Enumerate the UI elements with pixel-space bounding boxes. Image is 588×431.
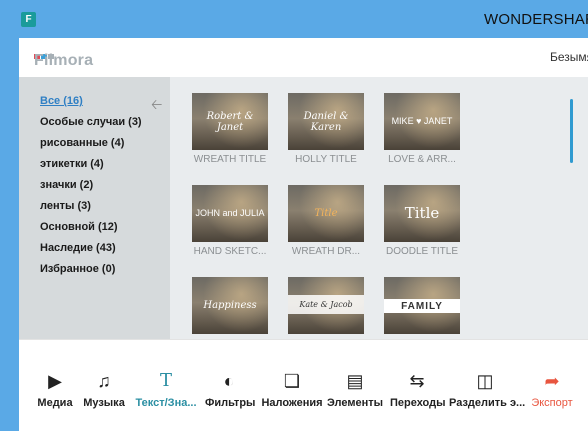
- title-tile[interactable]: JOHN and JULIA HAND SKETC...: [192, 185, 268, 257]
- thumbnail-preview-text: JOHN and JULIA: [195, 208, 265, 218]
- thumbnail-preview-text: Kate & Jacob: [288, 295, 364, 314]
- title-thumbnail: Title: [288, 185, 364, 242]
- app-header: Filmora Безымянный: [19, 38, 588, 77]
- window-title: WONDERSHARE: [484, 11, 588, 28]
- title-tile[interactable]: Title DOODLE TITLE: [384, 185, 460, 257]
- transitions-button[interactable]: ⇆ Переходы: [390, 370, 446, 409]
- category-item-drawn[interactable]: рисованные (4): [40, 137, 142, 158]
- music-icon: ♫: [97, 371, 111, 391]
- grid-scrollbar[interactable]: [570, 99, 573, 163]
- title-tile[interactable]: MIKE ♥ JANET LOVE & ARR...: [384, 93, 460, 165]
- title-label: WREATH TITLE: [193, 154, 267, 165]
- title-thumbnail: Kate & Jacob: [288, 277, 364, 334]
- title-bar: F WONDERSHARE: [0, 0, 588, 38]
- category-item-favorites[interactable]: Избранное (0): [40, 263, 142, 284]
- media-button[interactable]: ▶ Медиа: [36, 370, 74, 409]
- media-label: Медиа: [37, 397, 73, 409]
- media-icon: ▶: [48, 371, 62, 391]
- title-thumbnail: Robert & Janet: [192, 93, 268, 150]
- text-label: Текст/Зна...: [135, 397, 197, 409]
- title-thumbnail: MIKE ♥ JANET: [384, 93, 460, 150]
- elements-icon: ▤: [346, 371, 364, 391]
- thumbnail-preview-text: MIKE ♥ JANET: [391, 116, 453, 126]
- split-screen-button[interactable]: ◫ Разделить э...: [449, 370, 526, 409]
- overlays-icon: ❏: [283, 371, 301, 391]
- title-label: LOVE & ARR...: [388, 154, 456, 165]
- transitions-icon: ⇆: [409, 371, 425, 391]
- filmora-logo: Filmora: [34, 46, 104, 72]
- title-template-grid: Robert & Janet WREATH TITLE Daniel & Kar…: [170, 77, 588, 339]
- thumbnail-preview-text: FAMILY: [384, 299, 460, 313]
- back-arrow-icon[interactable]: 🡠: [151, 94, 162, 118]
- app-window: F WONDERSHARE Filmora Безымянный 🡠 Все (…: [0, 0, 588, 431]
- thumbnail-preview-text: Title: [314, 208, 338, 219]
- title-tile[interactable]: Robert & Janet WREATH TITLE: [192, 93, 268, 165]
- title-thumbnail: Happiness: [192, 277, 268, 334]
- logo-text: Filmora: [34, 52, 94, 69]
- app-client-area: Filmora Безымянный 🡠 Все (16) Особые слу…: [19, 38, 588, 431]
- elements-label: Элементы: [327, 397, 384, 409]
- thumbnail-preview-text: Happiness: [203, 300, 257, 311]
- music-label: Музыка: [83, 397, 125, 409]
- split-screen-icon: ◫: [476, 371, 494, 391]
- category-item-basic[interactable]: Основной (12): [40, 221, 142, 242]
- thumbnail-preview-text: Daniel & Karen: [303, 110, 349, 133]
- title-thumbnail: JOHN and JULIA: [192, 185, 268, 242]
- export-icon: ➦: [544, 371, 560, 391]
- project-name: Безымянный: [550, 50, 588, 64]
- music-button[interactable]: ♫ Музыка: [82, 370, 126, 409]
- transitions-label: Переходы: [390, 397, 446, 409]
- export-label: Экспорт: [531, 397, 573, 409]
- title-label: HOLLY TITLE: [295, 154, 357, 165]
- overlays-button[interactable]: ❏ Наложения: [261, 370, 323, 409]
- title-tile[interactable]: Title WREATH DR...: [288, 185, 364, 257]
- category-sidebar: 🡠 Все (16) Особые случаи (3) рисованные …: [19, 77, 170, 339]
- text-icon: T: [159, 370, 172, 391]
- title-tile[interactable]: FAMILY: [384, 277, 460, 338]
- split-screen-label: Разделить э...: [449, 397, 526, 409]
- title-thumbnail: Title: [384, 185, 460, 242]
- title-thumbnail: FAMILY: [384, 277, 460, 334]
- title-tile[interactable]: Daniel & Karen HOLLY TITLE: [288, 93, 364, 165]
- overlays-label: Наложения: [261, 397, 323, 409]
- thumbnail-preview-text: Title: [404, 204, 440, 222]
- category-item-legacy[interactable]: Наследие (43): [40, 242, 142, 263]
- title-thumbnail: Daniel & Karen: [288, 93, 364, 150]
- elements-button[interactable]: ▤ Элементы: [327, 370, 383, 409]
- thumbnail-preview-text: Robert & Janet: [206, 110, 254, 133]
- title-tile[interactable]: Kate & Jacob: [288, 277, 364, 338]
- export-button[interactable]: ➦ Экспорт: [529, 370, 575, 409]
- filters-label: Фильтры: [205, 397, 256, 409]
- category-item-ribbons[interactable]: ленты (3): [40, 200, 142, 221]
- bottom-toolbar: ▶ Медиа ♫ Музыка T Текст/Зна... ◐ Фильтр…: [19, 339, 588, 431]
- category-item-special[interactable]: Особые случаи (3): [40, 116, 142, 137]
- category-item-all[interactable]: Все (16): [40, 95, 142, 116]
- title-label: WREATH DR...: [291, 246, 361, 257]
- title-label: DOODLE TITLE: [385, 246, 459, 257]
- title-label: HAND SKETC...: [193, 246, 267, 257]
- text-button[interactable]: T Текст/Зна...: [133, 370, 199, 409]
- category-item-badges[interactable]: значки (2): [40, 179, 142, 200]
- filters-icon: ◐: [223, 371, 235, 391]
- category-item-labels[interactable]: этикетки (4): [40, 158, 142, 179]
- app-icon: F: [21, 12, 36, 27]
- category-list: Все (16) Особые случаи (3) рисованные (4…: [40, 95, 142, 284]
- filters-button[interactable]: ◐ Фильтры: [205, 370, 256, 409]
- title-tile[interactable]: Happiness: [192, 277, 268, 338]
